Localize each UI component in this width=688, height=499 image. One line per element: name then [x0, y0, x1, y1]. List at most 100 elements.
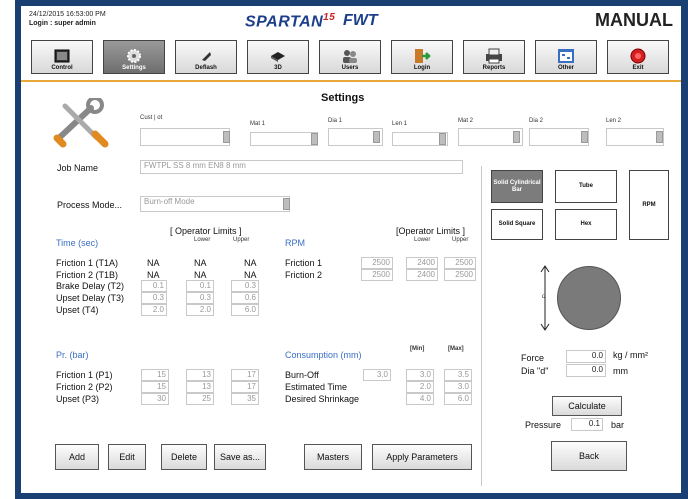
pressure-row-lower[interactable]: 13 [186, 381, 214, 393]
force-field[interactable]: 0.0 [566, 350, 606, 363]
rpm-upper-label: Upper [452, 237, 469, 243]
time-limits-title: [ Operator Limits ] [170, 226, 242, 236]
solid-square-button[interactable]: Solid Square [491, 209, 543, 240]
tube-button[interactable]: Tube [555, 170, 617, 203]
mat1-label: Mat 1 [250, 121, 266, 127]
cross-section-diagram [557, 266, 621, 330]
rpm-row-upper[interactable]: 2500 [444, 257, 476, 269]
toolbar-control-button[interactable]: Control [31, 40, 93, 74]
pressure-row-upper[interactable]: 17 [231, 369, 259, 381]
time-row-lower: NA [194, 258, 207, 268]
pressure-row-value[interactable]: 15 [141, 369, 169, 381]
control-icon [53, 48, 71, 64]
solid-cylindrical-bar-button[interactable]: Solid Cylindrical Bar [491, 170, 543, 203]
pressure-row-upper[interactable]: 17 [231, 381, 259, 393]
job-name-field[interactable]: FWTPL SS 8 mm EN8 8 mm [140, 160, 463, 174]
toolbar-label: Deflash [195, 65, 217, 71]
brand-name: SPARTAN [245, 13, 324, 31]
pressure-row-upper[interactable]: 35 [231, 393, 259, 405]
time-row-lower[interactable]: 0.1 [186, 280, 214, 292]
pressure-row-value[interactable]: 30 [141, 393, 169, 405]
toolbar-users-button[interactable]: Users [319, 40, 381, 74]
toolbar-login-button[interactable]: Login [391, 40, 453, 74]
time-row-upper[interactable]: 0.3 [231, 280, 259, 292]
time-row-upper[interactable]: 0.6 [231, 292, 259, 304]
toolbar-3d-button[interactable]: 3D [247, 40, 309, 74]
len2-label: Len 2 [606, 118, 622, 124]
cust-id-field[interactable] [140, 128, 230, 146]
dia2-label: Dia 2 [529, 118, 544, 124]
dimension-arrow [539, 264, 551, 336]
masters-button[interactable]: Masters [304, 444, 362, 470]
dia1-dropdown[interactable] [373, 131, 380, 143]
rpm-row-lower[interactable]: 2400 [406, 257, 438, 269]
pressure-row-lower[interactable]: 25 [186, 393, 214, 405]
login-icon [413, 48, 431, 64]
time-row-label: Friction 2 (T1B) [56, 270, 119, 280]
cust-id-dropdown[interactable] [223, 131, 230, 143]
pressure-row-label: Friction 1 (P1) [56, 370, 113, 380]
toolbar-deflash-button[interactable]: Deflash [175, 40, 237, 74]
apply-parameters-button[interactable]: Apply Parameters [372, 444, 472, 470]
mat2-dropdown[interactable] [513, 131, 520, 143]
app-window: 24/12/2015 16:53:00 PM Login : super adm… [21, 6, 681, 493]
len1-dropdown[interactable] [439, 133, 446, 145]
users-icon [341, 48, 359, 64]
consumption-row-min[interactable]: 3.0 [406, 369, 434, 381]
toolbar-label: Reports [482, 65, 506, 71]
consumption-row-min[interactable]: 4.0 [406, 393, 434, 405]
job-name-label: Job Name [57, 163, 99, 173]
dia2-field[interactable] [529, 128, 589, 146]
rpm-row-label: Friction 1 [285, 258, 323, 268]
dia-field[interactable]: 0.0 [566, 364, 606, 377]
rpm-row-value[interactable]: 2500 [361, 269, 393, 281]
save-as-button[interactable]: Save as... [214, 444, 266, 470]
toolbar-label: Settings [122, 65, 146, 71]
toolbar-other-button[interactable]: Other [535, 40, 597, 74]
rpm-row-lower[interactable]: 2400 [406, 269, 438, 281]
mat1-field[interactable] [250, 132, 318, 146]
consumption-row-max[interactable]: 6.0 [444, 393, 472, 405]
pressure-unit: bar [611, 420, 625, 430]
time-row-value[interactable]: 0.1 [141, 280, 167, 292]
toolbar-label: Other [557, 65, 574, 71]
back-button[interactable]: Back [551, 441, 627, 471]
len2-dropdown[interactable] [656, 131, 663, 143]
brand-suffix: 15 [323, 12, 336, 23]
consumption-row-max[interactable]: 3.5 [444, 369, 472, 381]
consumption-min-label: [Min] [410, 346, 425, 352]
consumption-row-value[interactable]: 3.0 [363, 369, 391, 381]
time-row-label: Upset (T4) [56, 305, 99, 315]
time-row-upper[interactable]: 6.0 [231, 304, 259, 316]
dia2-dropdown[interactable] [581, 131, 588, 143]
rpm-row-value[interactable]: 2500 [361, 257, 393, 269]
consumption-row-min[interactable]: 2.0 [406, 381, 434, 393]
pressure-row-value[interactable]: 15 [141, 381, 169, 393]
mat1-dropdown[interactable] [311, 133, 318, 145]
time-row-lower[interactable]: 2.0 [186, 304, 214, 316]
rpm-title: RPM [285, 238, 305, 248]
rpm-row-upper[interactable]: 2500 [444, 269, 476, 281]
rpm-button[interactable]: RPM [629, 170, 669, 240]
time-row-label: Upset Delay (T3) [56, 293, 125, 303]
toolbar-settings-button[interactable]: Settings [103, 40, 165, 74]
consumption-row-max[interactable]: 3.0 [444, 381, 472, 393]
time-row-value[interactable]: 0.3 [141, 292, 167, 304]
process-mode-dropdown[interactable] [283, 198, 290, 210]
time-row-upper: NA [244, 258, 257, 268]
time-row-value[interactable]: 2.0 [141, 304, 167, 316]
process-mode-select[interactable]: Burn-off Mode [140, 196, 290, 212]
pressure-field[interactable]: 0.1 [571, 418, 603, 431]
calculate-button[interactable]: Calculate [552, 396, 622, 416]
toolbar-exit-button[interactable]: Exit [607, 40, 669, 74]
pressure-row-lower[interactable]: 13 [186, 369, 214, 381]
edit-button[interactable]: Edit [108, 444, 146, 470]
toolbar-label: Login [413, 65, 431, 71]
hex-button[interactable]: Hex [555, 209, 617, 240]
rpm-limits-title: [Operator Limits ] [396, 226, 466, 236]
delete-button[interactable]: Delete [161, 444, 207, 470]
time-row-lower[interactable]: 0.3 [186, 292, 214, 304]
add-button[interactable]: Add [55, 444, 99, 470]
toolbar-reports-button[interactable]: Reports [463, 40, 525, 74]
brand-logo: SPARTAN15 [245, 12, 335, 31]
